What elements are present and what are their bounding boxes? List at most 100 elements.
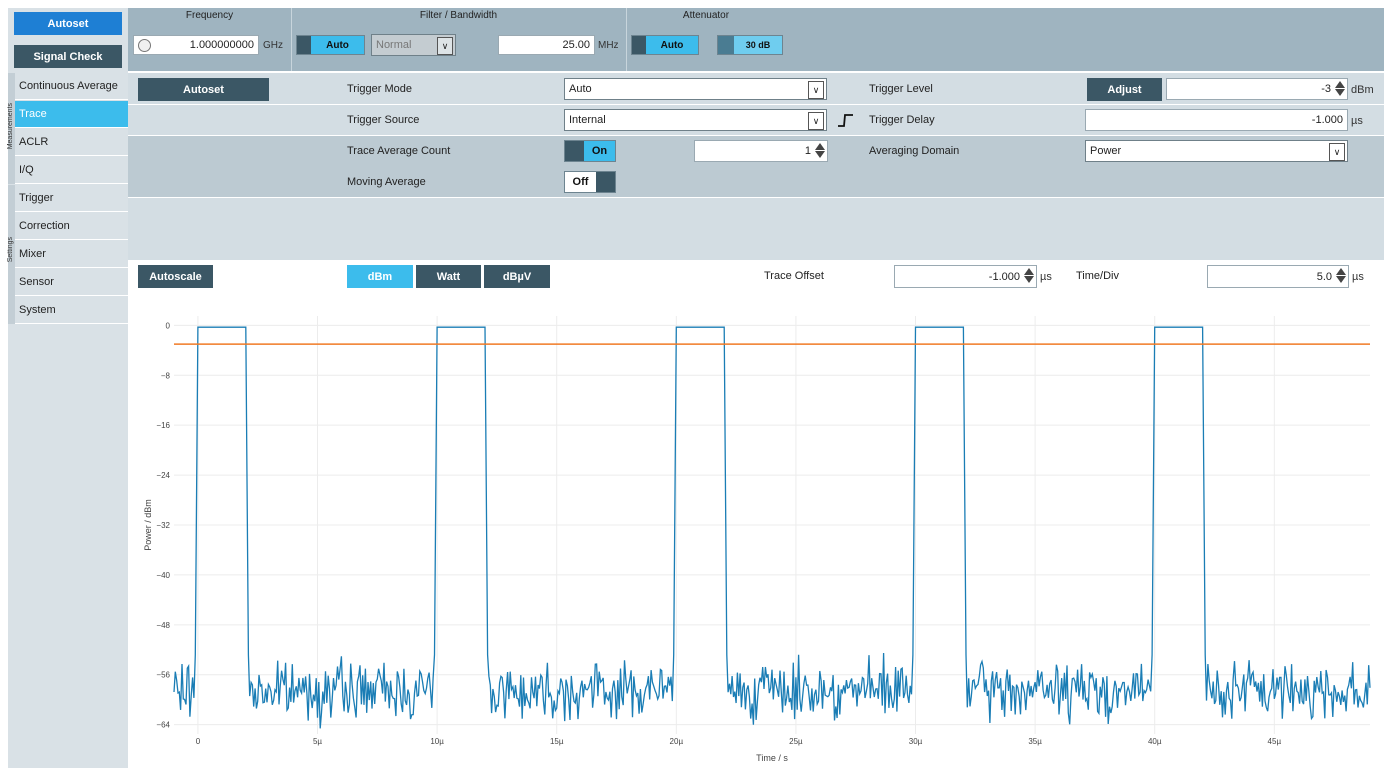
sidebar-item-iq[interactable]: I/Q [15,157,128,184]
sidebar-item-trace[interactable]: Trace [15,101,128,128]
trace-average-count-value: 1 [804,145,811,157]
trace-offset-value: -1.000 [988,270,1020,283]
sidebar-item-correction[interactable]: Correction [15,213,128,240]
time-div-input[interactable]: 5.0 [1207,265,1349,288]
sidebar-item-mixer[interactable]: Mixer [15,241,128,268]
attenuator-auto-label: Auto [646,36,698,54]
x-tick-label: 35µ [1028,737,1042,746]
trace-average-count-input[interactable]: 1 [694,140,828,162]
spinner-icon[interactable] [1335,267,1346,285]
y-axis-label: Power / dBm [143,499,153,551]
trace-average-toggle-label: On [584,141,615,161]
bandwidth-input[interactable]: 25.00 [498,35,595,55]
filter-auto-toggle[interactable]: Auto [296,35,365,55]
unit-dbm-button[interactable]: dBm [347,265,413,288]
y-tick-label: −32 [156,521,170,530]
frequency-unit: GHz [263,40,283,51]
spinner-icon[interactable] [1023,267,1034,285]
filter-mode-select[interactable]: Normal ∨ [371,34,456,56]
filter-mode-value: Normal [376,39,412,51]
trigger-mode-label: Trigger Mode [347,83,413,95]
signal-check-button[interactable]: Signal Check [14,45,122,68]
trigger-delay-value: -1.000 [1311,114,1343,126]
x-axis-label: Time / s [756,753,788,763]
trace-offset-label: Trace Offset [764,270,824,282]
sidebar-item-trigger[interactable]: Trigger [15,185,128,212]
chevron-down-icon: ∨ [437,37,453,55]
filter-bandwidth-header: Filter / Bandwidth [419,10,498,21]
settings-section-strip: Settings [7,185,15,324]
chevron-down-icon: ∨ [808,81,824,99]
spacer-panel [128,198,1384,260]
y-tick-label: −40 [156,571,170,580]
time-div-value: 5.0 [1316,270,1332,283]
averaging-domain-select[interactable]: Power ∨ [1085,140,1348,162]
x-tick-label: 25µ [789,737,803,746]
frequency-input[interactable]: 1.000000000 [133,35,259,55]
unit-dbuv-button[interactable]: dBµV [484,265,550,288]
bandwidth-value: 25.00 [562,39,590,51]
spinner-icon[interactable] [1334,80,1345,98]
y-tick-label: −8 [161,371,171,380]
y-tick-label: −56 [156,671,170,680]
divider [128,104,1384,105]
sidebar-item-sensor[interactable]: Sensor [15,269,128,296]
trigger-mode-select[interactable]: Auto ∨ [564,78,827,100]
trigger-level-unit: dBm [1351,84,1374,96]
measurements-section-strip: Measurements [7,73,15,184]
x-tick-label: 15µ [550,737,564,746]
spinner-icon[interactable] [814,142,825,160]
autoscale-button[interactable]: Autoscale [138,265,213,288]
moving-average-toggle[interactable]: Off [564,171,616,193]
moving-average-label: Moving Average [347,176,426,188]
attenuator-header: Attenuator [682,10,730,21]
time-div-label: Time/Div [1076,270,1119,282]
x-tick-label: 20µ [670,737,684,746]
sidebar-item-aclr[interactable]: ACLR [15,129,128,156]
sidebar-item-system[interactable]: System [15,297,128,324]
frequency-indicator-icon[interactable] [138,39,151,52]
trigger-mode-value: Auto [569,83,592,95]
attenuator-value: 30 dB [734,36,782,54]
trigger-delay-label: Trigger Delay [869,114,935,126]
measurements-section-label: Measurements [7,103,14,150]
x-tick-label: 40µ [1148,737,1162,746]
moving-average-toggle-label: Off [565,172,596,192]
y-tick-label: −16 [156,421,170,430]
bandwidth-unit: MHz [598,40,619,51]
trace-average-toggle[interactable]: On [564,140,616,162]
chevron-down-icon: ∨ [808,112,824,130]
x-tick-label: 30µ [909,737,923,746]
unit-watt-button[interactable]: Watt [416,265,481,288]
trace-chart[interactable]: 0 5µ 10µ 15µ 20µ 25µ 30µ 35µ 40µ 45µ 0 −8 −16 −24 −32 −… [128,292,1384,768]
trigger-delay-input[interactable]: -1.000 [1085,109,1348,131]
trigger-delay-unit: µs [1351,115,1363,127]
attenuator-value-button[interactable]: 30 dB [717,35,783,55]
filter-auto-label: Auto [311,36,364,54]
trace-offset-input[interactable]: -1.000 [894,265,1037,288]
attenuator-auto-toggle[interactable]: Auto [631,35,699,55]
trigger-source-select[interactable]: Internal ∨ [564,109,827,131]
trigger-level-input[interactable]: -3 [1166,78,1348,100]
trace-offset-unit: µs [1040,271,1052,283]
sidebar-item-continuous-average[interactable]: Continuous Average [15,73,128,100]
autoset-button[interactable]: Autoset [14,12,122,35]
time-div-unit: µs [1352,271,1364,283]
averaging-domain-value: Power [1090,145,1122,157]
y-tick-label: −24 [156,471,170,480]
y-tick-label: 0 [166,321,171,330]
x-tick-label: 45µ [1268,737,1282,746]
trace-average-count-label: Trace Average Count [347,145,451,157]
frequency-value: 1.000000000 [189,39,254,51]
trace-autoset-button[interactable]: Autoset [138,78,269,101]
x-tick-label: 5µ [313,737,322,746]
rising-edge-icon[interactable] [835,112,857,128]
trigger-level-value: -3 [1321,83,1331,95]
adjust-button[interactable]: Adjust [1087,78,1162,101]
trigger-source-value: Internal [569,114,606,126]
chevron-down-icon: ∨ [1329,143,1345,161]
y-tick-label: −48 [156,621,170,630]
x-tick-label: 10µ [430,737,444,746]
settings-section-label: Settings [7,237,14,263]
y-tick-label: −64 [156,721,170,730]
